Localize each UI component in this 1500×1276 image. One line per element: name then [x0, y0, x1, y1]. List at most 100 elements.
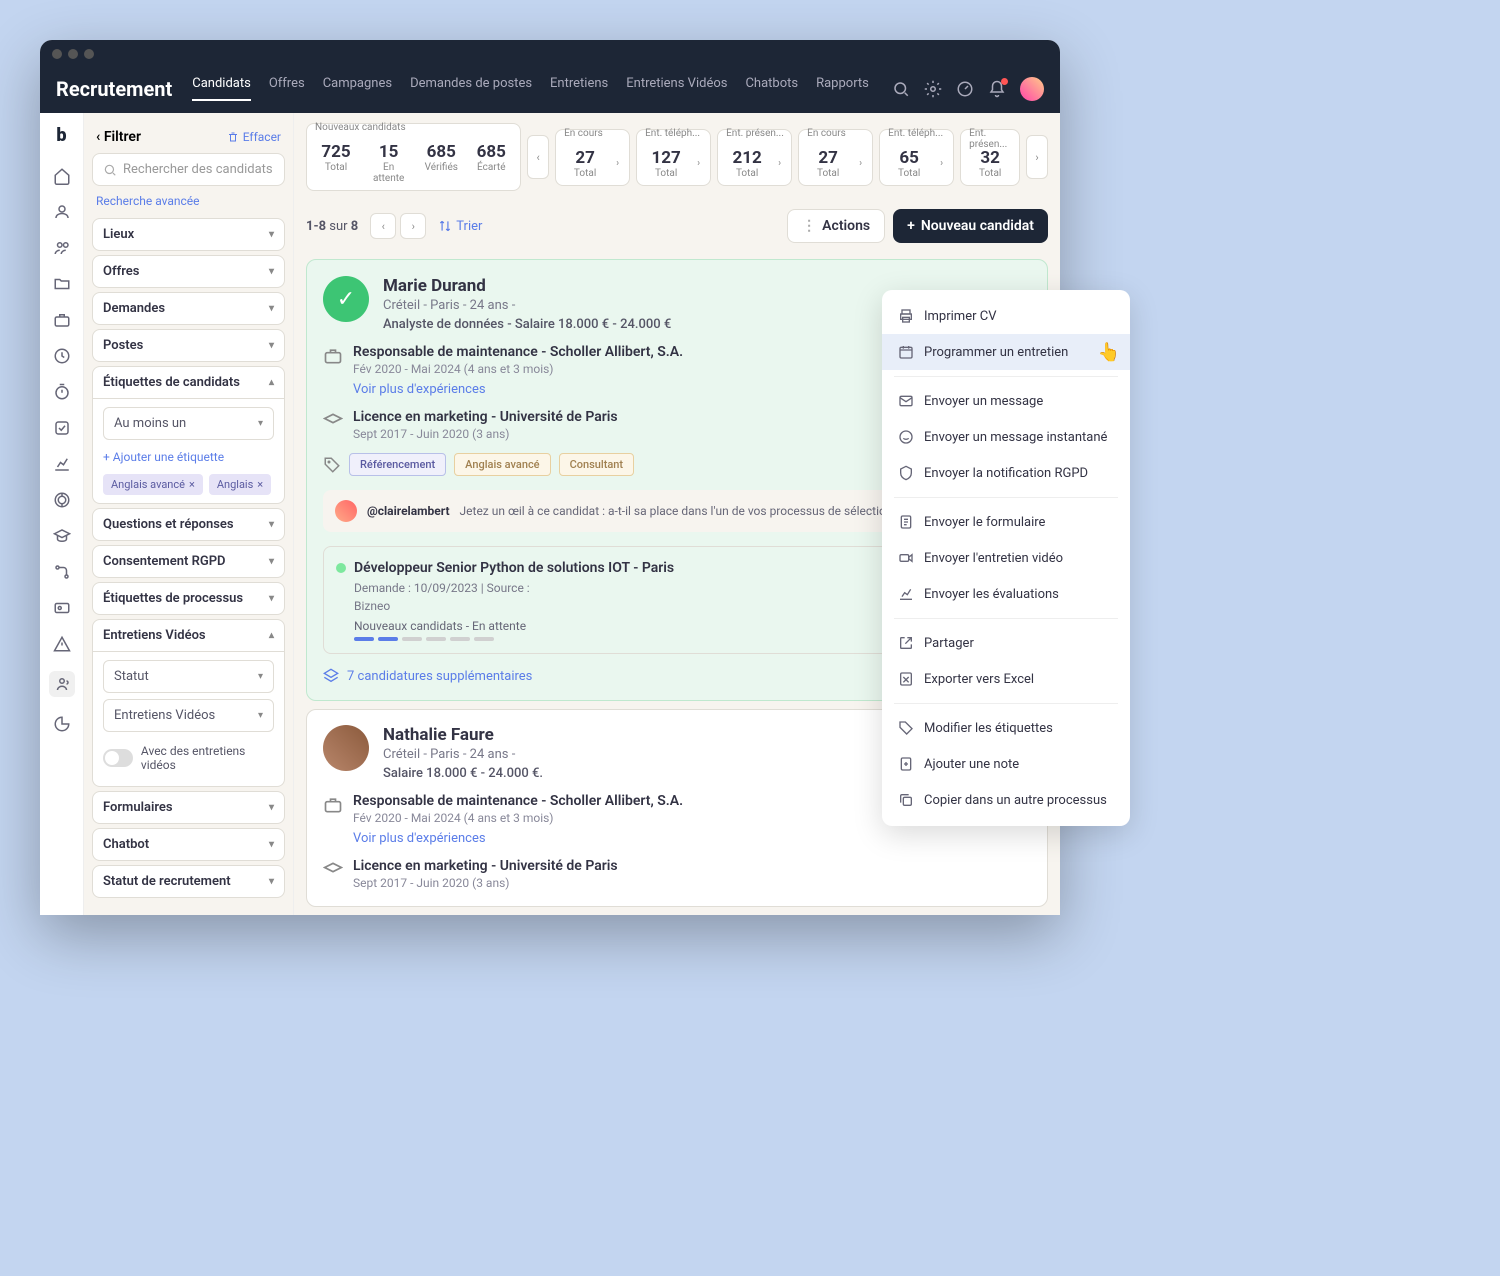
search-input[interactable]: Rechercher des candidats [92, 153, 285, 186]
filter-demandes[interactable]: Demandes▾ [92, 292, 285, 325]
tab-offres[interactable]: Offres [269, 76, 305, 101]
close-icon[interactable]: × [257, 478, 263, 491]
window-min-dot[interactable] [68, 49, 78, 59]
dd-formulaire[interactable]: Envoyer le formulaire [882, 504, 1130, 540]
dd-note[interactable]: Ajouter une note [882, 746, 1130, 782]
people-icon[interactable] [49, 671, 75, 697]
dd-programmer[interactable]: Programmer un entretien [882, 334, 1130, 370]
filter-rgpd[interactable]: Consentement RGPD▾ [92, 545, 285, 578]
status-card[interactable]: Ent. présen...32Total [960, 129, 1020, 186]
tab-campagnes[interactable]: Campagnes [323, 76, 392, 101]
filter-lieux[interactable]: Lieux▾ [92, 218, 285, 251]
comment-avatar [335, 500, 357, 522]
clear-button[interactable]: Effacer [227, 130, 281, 144]
filter-formulaires[interactable]: Formulaires▾ [92, 791, 285, 824]
scroll-right-button[interactable]: › [1026, 135, 1048, 179]
status-card[interactable]: Ent. téléph...127Total› [636, 129, 711, 186]
experience-date: Fév 2020 - Mai 2024 (4 ans et 3 mois) [353, 362, 683, 376]
tab-entretiens-videos[interactable]: Entretiens Vidéos [626, 76, 727, 101]
status-card[interactable]: Ent. présen...212Total› [717, 129, 792, 186]
check-icon[interactable] [53, 419, 71, 437]
chevron-down-icon: ▾ [269, 802, 274, 813]
mail-icon [898, 393, 914, 409]
clock-icon[interactable] [53, 347, 71, 365]
at-least-one-select[interactable]: Au moins un▾ [103, 407, 274, 440]
tab-candidats[interactable]: Candidats [192, 76, 251, 101]
dd-excel[interactable]: Exporter vers Excel [882, 661, 1130, 697]
flow-icon[interactable] [53, 563, 71, 581]
dd-message[interactable]: Envoyer un message [882, 383, 1130, 419]
status-card[interactable]: En cours27Total› [798, 129, 873, 186]
tag-consultant[interactable]: Consultant [559, 453, 635, 476]
chip-anglais[interactable]: Anglais × [209, 474, 271, 495]
chart-icon[interactable] [53, 455, 71, 473]
more-experiences-link[interactable]: Voir plus d'expériences [353, 382, 683, 397]
sort-button[interactable]: Trier [438, 219, 482, 234]
tab-entretiens[interactable]: Entretiens [550, 76, 608, 101]
more-experiences-link[interactable]: Voir plus d'expériences [353, 831, 683, 846]
gauge-icon[interactable] [956, 80, 974, 98]
briefcase-icon[interactable] [53, 311, 71, 329]
separator [894, 497, 1118, 498]
filter-offres[interactable]: Offres▾ [92, 255, 285, 288]
dd-instant[interactable]: Envoyer un message instantané [882, 419, 1130, 455]
dd-eval[interactable]: Envoyer les évaluations [882, 576, 1130, 612]
dd-copier[interactable]: Copier dans un autre processus [882, 782, 1130, 818]
filter-chatbot[interactable]: Chatbot▾ [92, 828, 285, 861]
gear-icon[interactable] [924, 80, 942, 98]
search-icon[interactable] [892, 80, 910, 98]
user-avatar[interactable] [1020, 77, 1044, 101]
nav-tabs: Candidats Offres Campagnes Demandes de p… [192, 76, 872, 101]
status-card[interactable]: En cours27Total› [555, 129, 630, 186]
experience-title: Responsable de maintenance - Scholler Al… [353, 344, 683, 360]
dd-rgpd[interactable]: Envoyer la notification RGPD [882, 455, 1130, 491]
pie-icon[interactable] [53, 715, 71, 733]
tab-rapports[interactable]: Rapports [816, 76, 869, 101]
close-icon[interactable]: × [189, 478, 195, 491]
chevron-down-icon: ▾ [269, 876, 274, 887]
logo-icon[interactable]: b [50, 125, 74, 149]
home-icon[interactable] [53, 167, 71, 185]
page-next-button[interactable]: › [400, 213, 426, 239]
chart-icon [898, 586, 914, 602]
dd-partager[interactable]: Partager [882, 625, 1130, 661]
filter-statut-recrutement[interactable]: Statut de recrutement▾ [92, 865, 285, 898]
scroll-left-button[interactable]: ‹ [527, 135, 549, 179]
add-tag-link[interactable]: + Ajouter une étiquette [103, 446, 274, 468]
status-card[interactable]: Ent. téléph...65Total› [879, 129, 954, 186]
advanced-search-link[interactable]: Recherche avancée [92, 190, 285, 218]
window-close-dot[interactable] [52, 49, 62, 59]
tag-referencement[interactable]: Référencement [349, 453, 446, 476]
status-nouveaux[interactable]: Nouveaux candidats 725Total 15En attente… [306, 123, 521, 191]
id-icon[interactable] [53, 599, 71, 617]
ev-toggle[interactable] [103, 749, 133, 767]
filter-etiquettes-processus[interactable]: Étiquettes de processus▾ [92, 582, 285, 615]
new-candidate-button[interactable]: + Nouveau candidat [893, 209, 1048, 243]
warning-icon[interactable] [53, 635, 71, 653]
dd-video[interactable]: Envoyer l'entretien vidéo [882, 540, 1130, 576]
dd-etiquettes[interactable]: Modifier les étiquettes [882, 710, 1130, 746]
tab-chatbots[interactable]: Chatbots [745, 76, 798, 101]
dd-imprimer[interactable]: Imprimer CV [882, 298, 1130, 334]
target-icon[interactable] [53, 491, 71, 509]
actions-button[interactable]: ⋮ Actions [787, 209, 885, 243]
tab-demandes[interactable]: Demandes de postes [410, 76, 532, 101]
ev-select[interactable]: Entretiens Vidéos▾ [103, 699, 274, 732]
timer-icon[interactable] [53, 383, 71, 401]
graduation-icon[interactable] [53, 527, 71, 545]
user-icon[interactable] [53, 203, 71, 221]
print-icon [898, 308, 914, 324]
filter-entretiens-videos[interactable]: Entretiens Vidéos▴ [92, 619, 285, 652]
filter-postes[interactable]: Postes▾ [92, 329, 285, 362]
chip-anglais-avance[interactable]: Anglais avancé × [103, 474, 203, 495]
status-group-label: Nouveaux candidats [315, 122, 406, 133]
folder-icon[interactable] [53, 275, 71, 293]
chevron-down-icon: ▾ [258, 671, 263, 682]
page-prev-button[interactable]: ‹ [370, 213, 396, 239]
filter-questions[interactable]: Questions et réponses▾ [92, 508, 285, 541]
tag-anglais[interactable]: Anglais avancé [454, 453, 550, 476]
users-icon[interactable] [53, 239, 71, 257]
status-select[interactable]: Statut▾ [103, 660, 274, 693]
window-max-dot[interactable] [84, 49, 94, 59]
filter-etiquettes-candidats[interactable]: Étiquettes de candidats▴ [92, 366, 285, 399]
